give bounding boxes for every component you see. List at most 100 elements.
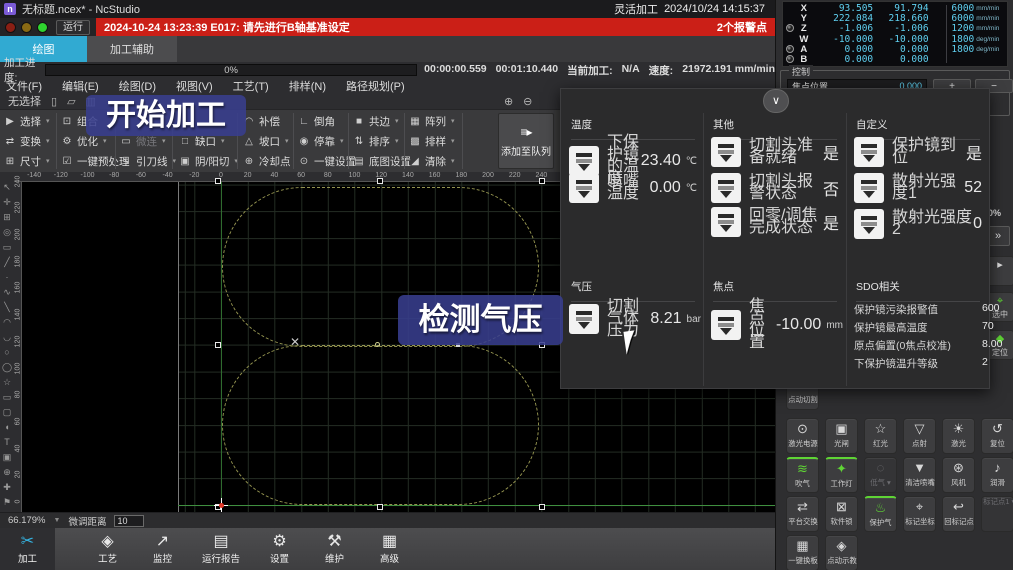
draw-tool-icon[interactable]: ◡	[3, 330, 11, 345]
alert-row: 运行 2024-10-24 13:23:39 E017: 请先进行B轴基准设定 …	[0, 18, 775, 36]
shape-stadium-bottom[interactable]	[222, 345, 539, 505]
zoom-out-icon[interactable]: ⊖	[523, 95, 532, 108]
run-button[interactable]: 运行	[56, 20, 90, 35]
open-file-icon[interactable]: ▱	[67, 95, 75, 108]
sensor-row: 散射光强度1 52	[854, 173, 982, 203]
draw-tool-icon[interactable]: ▭	[3, 390, 12, 405]
draw-tool-icon[interactable]: ∿	[3, 285, 11, 300]
draw-tool-icon[interactable]: ╲	[4, 300, 9, 315]
draw-tool-icon[interactable]: ○	[4, 345, 9, 360]
nav-monitor[interactable]: ↗监控	[135, 528, 190, 570]
alarm-banner[interactable]: 2024-10-24 13:23:39 E017: 请先进行B轴基准设定 2个报…	[96, 18, 775, 36]
ruler-tick-label: 60	[15, 413, 22, 429]
draw-tool-icon[interactable]: T	[4, 435, 10, 450]
draw-tool-icon[interactable]: ▢	[3, 405, 12, 420]
sensor-row: 切割气体压力 8.21 bar	[569, 301, 701, 337]
side-button-partial[interactable]: ▸	[986, 256, 1013, 286]
select-button[interactable]: ▶选择▾	[3, 111, 50, 131]
draw-tool-icon[interactable]: ▭	[3, 240, 12, 255]
draw-tool-icon[interactable]: ◠	[3, 315, 11, 330]
menu-draw[interactable]: 绘图(D)	[119, 78, 156, 94]
nav-machining[interactable]: ✂加工	[0, 528, 55, 570]
gas-select-button: ◌低气 ▾	[864, 457, 897, 493]
collapse-popup-button[interactable]: ∨	[763, 89, 789, 113]
nav-maintenance[interactable]: ⚒维护	[307, 528, 362, 570]
zoom-caret-icon[interactable]: ▼	[54, 517, 61, 524]
add-to-queue-button[interactable]: ≡▸ 添加至队列	[498, 113, 554, 169]
shield-gas-button[interactable]: ♨保护气	[864, 496, 897, 532]
menu-nesting[interactable]: 排样(N)	[289, 78, 326, 94]
power-icon: ⊙	[787, 419, 818, 439]
tab-machining-assist[interactable]: 加工辅助	[87, 36, 177, 62]
canvas-tool-strip[interactable]: ↖✛⊞◎▭╱·∿╲◠◡○◯☆▭▢◖T▣⊕✚⚑	[0, 180, 14, 512]
menu-view[interactable]: 视图(V)	[176, 78, 213, 94]
jog-teach-button[interactable]: ◈点动示教	[825, 535, 858, 570]
menu-file[interactable]: 文件(F)	[6, 78, 42, 94]
clean-nozzle-button[interactable]: ▼清洁喷嘴	[903, 457, 936, 493]
compensation-button[interactable]: ◠补偿	[242, 111, 296, 131]
selection-handle[interactable]	[539, 504, 545, 510]
draw-tool-icon[interactable]: ⊞	[3, 210, 11, 225]
draw-tool-icon[interactable]: ◖	[4, 420, 9, 435]
shutter-button[interactable]: ▣光闸	[825, 418, 858, 454]
draw-tool-icon[interactable]: ·	[6, 270, 9, 285]
software-lock-button[interactable]: ⊠软件锁	[825, 496, 858, 532]
fan-button[interactable]: ⊛风机	[942, 457, 975, 493]
selection-handle[interactable]	[215, 342, 221, 348]
blow-air-button[interactable]: ≋吹气	[786, 457, 819, 493]
inner-outer-cut-button[interactable]: ▣阴/阳切▾	[178, 151, 238, 171]
zoom-in-icon[interactable]: ⊕	[504, 95, 513, 108]
mark-coordinate-button[interactable]: ⌖标记坐标	[903, 496, 936, 532]
selection-handle[interactable]	[539, 178, 545, 184]
draw-tool-icon[interactable]: ╱	[4, 255, 9, 270]
spot-shot-button[interactable]: ▽点射	[903, 418, 936, 454]
nesting-button[interactable]: ▩排样▾	[408, 131, 455, 151]
reset-button[interactable]: ↺复位	[981, 418, 1013, 454]
nudge-distance-input[interactable]	[114, 515, 144, 527]
laser-button[interactable]: ☀激光	[942, 418, 975, 454]
plate-icon: ▦	[787, 536, 818, 556]
return-mark-button[interactable]: ↩回标记点	[942, 496, 975, 532]
one-key-plate-button[interactable]: ▦一键换板	[786, 535, 819, 570]
clear-button[interactable]: ◢清除▾	[408, 151, 455, 171]
common-edge-button[interactable]: ■共边▾	[352, 111, 416, 131]
platform-swap-button[interactable]: ⇄平台交换	[786, 496, 819, 532]
draw-tool-icon[interactable]: ▣	[3, 450, 12, 465]
no-selection-label[interactable]: 无选择	[8, 93, 41, 109]
lead-line-button[interactable]: ↘引刀线▾	[119, 151, 176, 171]
draw-tool-icon[interactable]: ☆	[3, 375, 11, 390]
laser-power-button[interactable]: ⊙激光电源	[786, 418, 819, 454]
dimension-button[interactable]: ⊞尺寸▾	[3, 151, 50, 171]
work-light-button[interactable]: ✦工作灯	[825, 457, 858, 493]
transform-button[interactable]: ⇄变换▾	[3, 131, 50, 151]
draw-tool-icon[interactable]: ◯	[2, 360, 12, 375]
selection-handle[interactable]	[377, 504, 383, 510]
draw-tool-icon[interactable]: ◎	[3, 225, 11, 240]
nav-settings[interactable]: ⚙设置	[252, 528, 307, 570]
nav-process[interactable]: ◈工艺	[80, 528, 135, 570]
bevel-button[interactable]: △坡口▾	[242, 131, 296, 151]
lubricate-button[interactable]: ♪润滑	[981, 457, 1013, 493]
menu-process[interactable]: 工艺(T)	[233, 78, 269, 94]
draw-tool-icon[interactable]: ✛	[3, 195, 11, 210]
new-file-icon[interactable]: ▯	[51, 95, 57, 108]
draw-tool-icon[interactable]: ⚑	[3, 495, 11, 510]
menu-path-planning[interactable]: 路径规划(P)	[346, 78, 405, 94]
toolbar-group-select: ▶选择▾ ⇄变换▾ ⊞尺寸▾	[3, 111, 50, 171]
selection-handle[interactable]	[215, 178, 221, 184]
draw-tool-icon[interactable]: ↖	[3, 180, 11, 195]
background-setting-button[interactable]: ▤底图设置	[352, 151, 416, 171]
cooling-point-button[interactable]: ⊕冷却点	[242, 151, 296, 171]
ruler-tick-label: 220	[15, 200, 22, 216]
sort-button[interactable]: ⇅排序▾	[352, 131, 416, 151]
nav-advanced[interactable]: ▦高级	[362, 528, 417, 570]
draw-tool-icon[interactable]: ⊕	[3, 465, 11, 480]
toolbar-group-cut: □缺口▾ ▣阴/阳切▾	[178, 131, 238, 171]
selection-handle[interactable]	[377, 178, 383, 184]
draw-tool-icon[interactable]: ✚	[3, 480, 11, 495]
array-button[interactable]: ▦阵列▾	[408, 111, 455, 131]
menu-edit[interactable]: 编辑(E)	[62, 78, 99, 94]
alarm-count-badge[interactable]: 2个报警点	[717, 19, 767, 35]
nav-run-report[interactable]: ▤运行报告	[190, 528, 252, 570]
red-light-button[interactable]: ☆红光	[864, 418, 897, 454]
